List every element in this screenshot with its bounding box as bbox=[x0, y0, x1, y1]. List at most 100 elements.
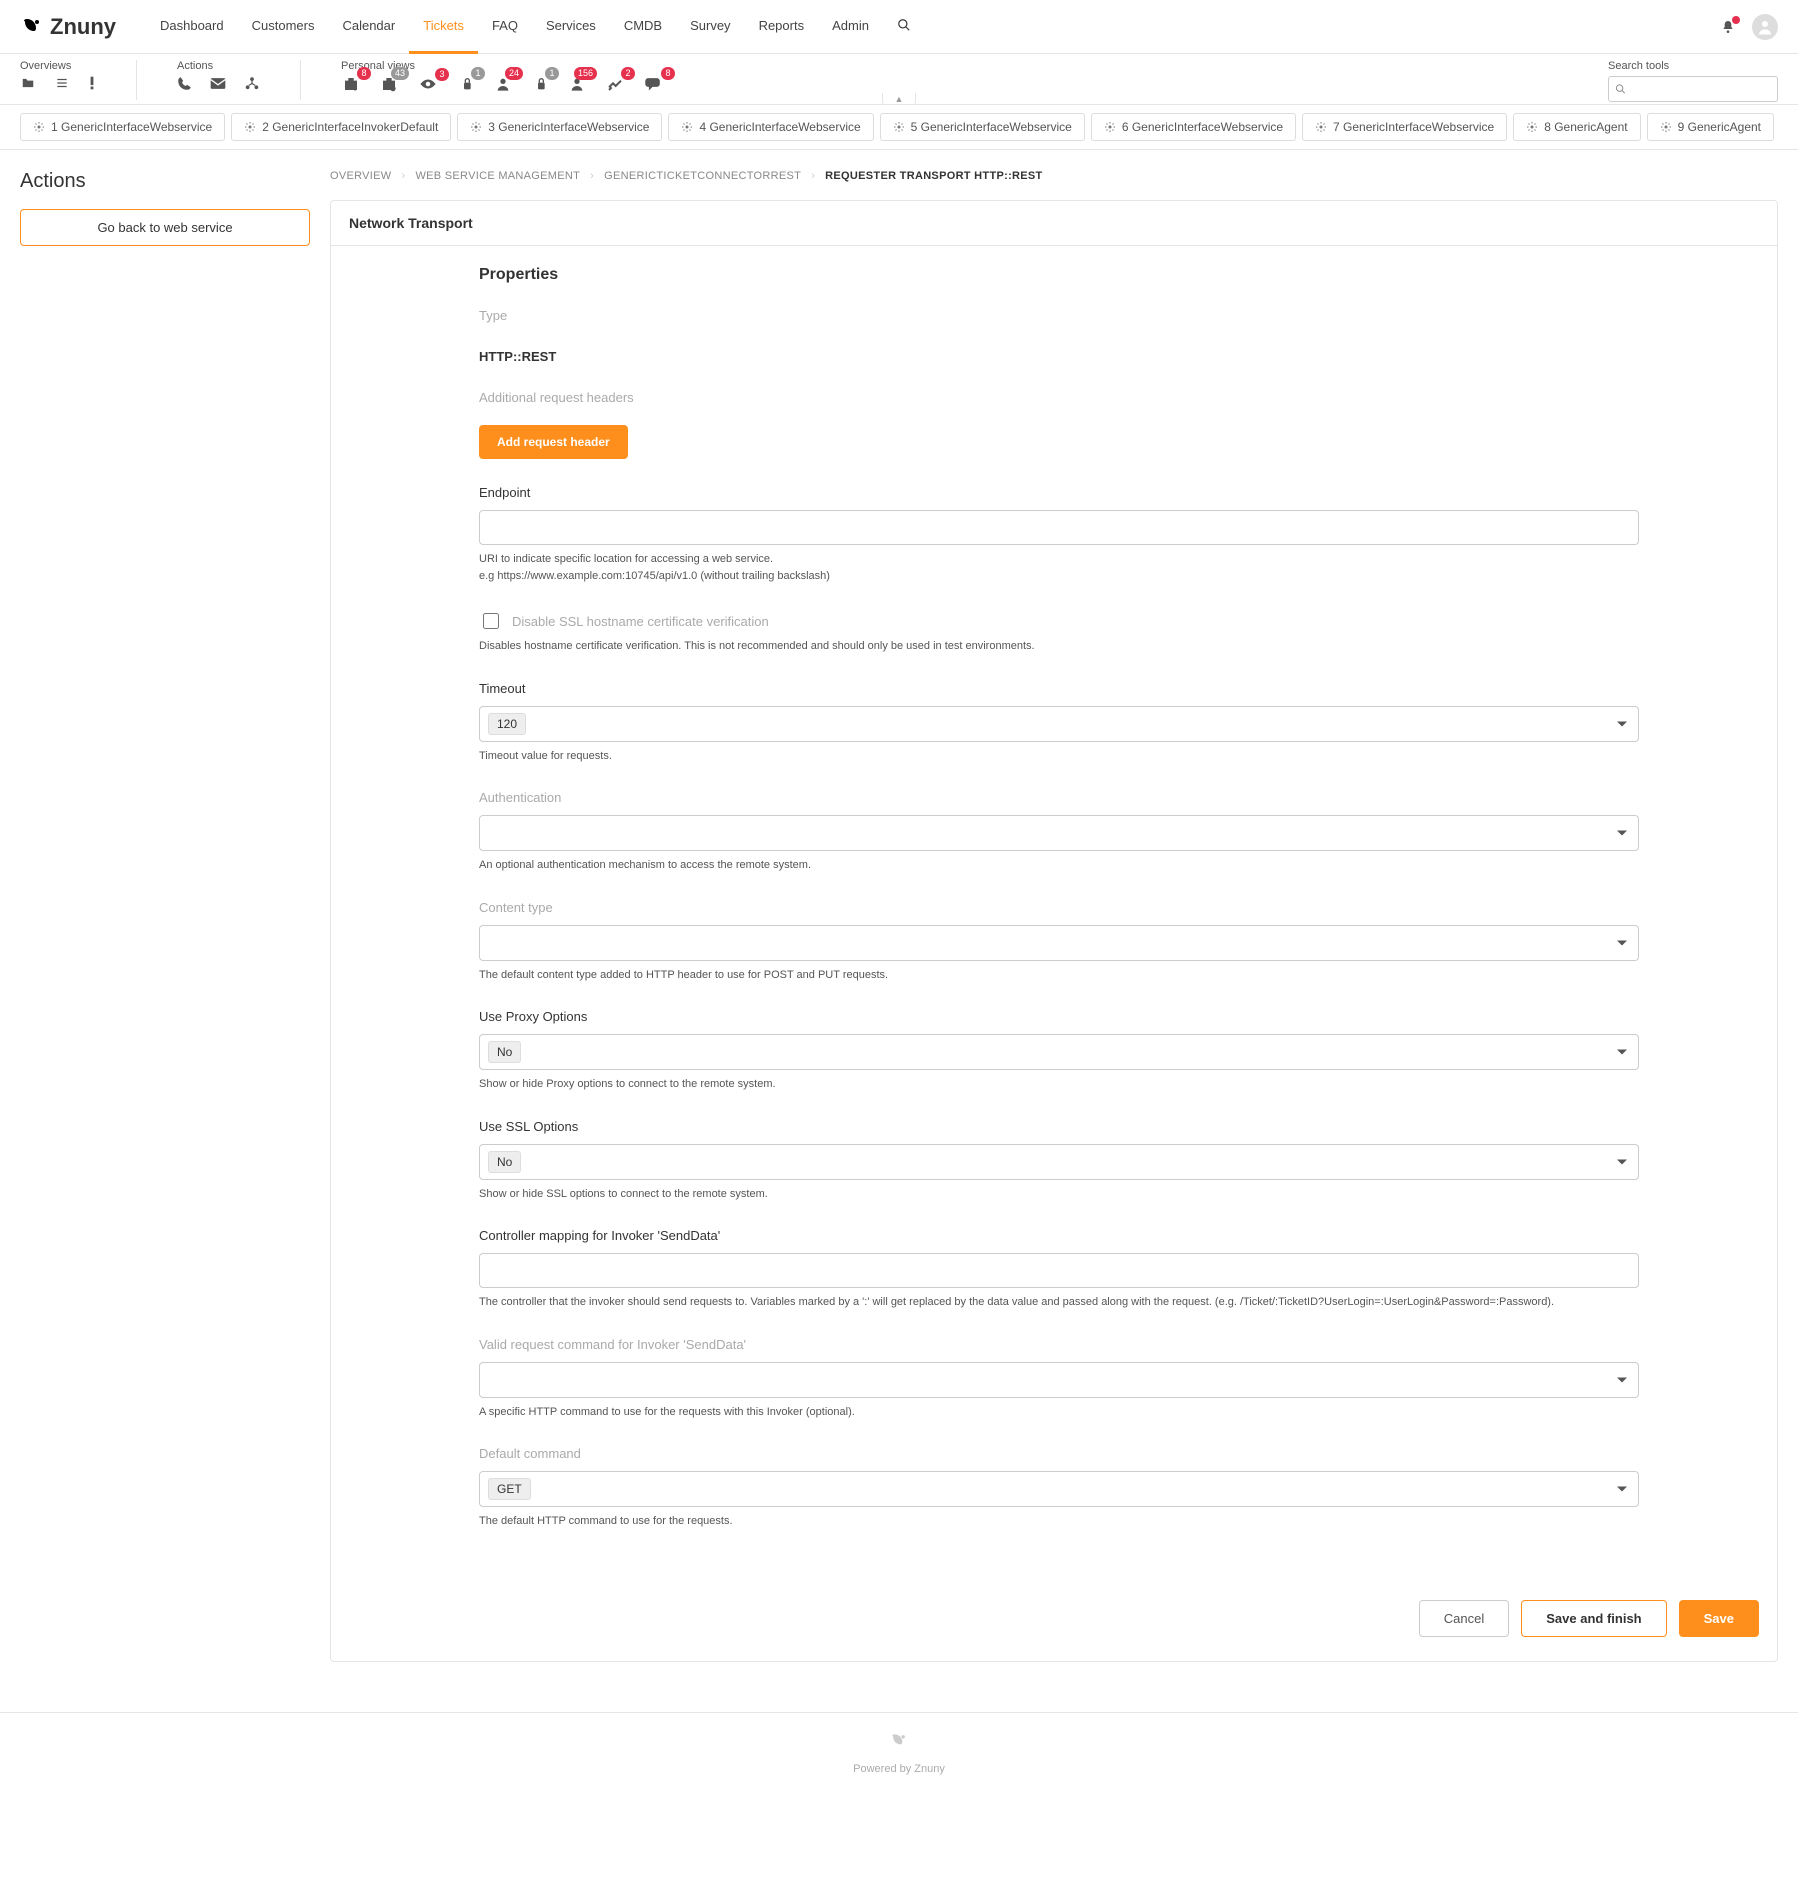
default-cmd-help: The default HTTP command to use for the … bbox=[479, 1513, 1639, 1530]
tab-label: 5 GenericInterfaceWebservice bbox=[911, 120, 1072, 134]
open-tab[interactable]: 7 GenericInterfaceWebservice bbox=[1302, 113, 1507, 141]
properties-heading: Properties bbox=[479, 266, 1639, 284]
nav-survey[interactable]: Survey bbox=[676, 0, 744, 54]
personal-view-item[interactable]: 8 bbox=[643, 76, 665, 92]
disable-ssl-label: Disable SSL hostname certificate verific… bbox=[512, 614, 769, 629]
search-field[interactable] bbox=[1626, 81, 1771, 97]
default-cmd-label: Default command bbox=[479, 1446, 1639, 1461]
proxy-value: No bbox=[488, 1041, 521, 1063]
default-cmd-value: GET bbox=[488, 1478, 531, 1500]
nav-customers[interactable]: Customers bbox=[238, 0, 329, 54]
logo[interactable]: Znuny bbox=[20, 14, 116, 40]
open-tab[interactable]: 6 GenericInterfaceWebservice bbox=[1091, 113, 1296, 141]
badge: 1 bbox=[471, 67, 485, 80]
default-cmd-select[interactable]: GET bbox=[479, 1471, 1639, 1507]
disable-ssl-input[interactable] bbox=[483, 613, 499, 629]
endpoint-input[interactable] bbox=[479, 510, 1639, 545]
phone-icon[interactable] bbox=[177, 76, 192, 91]
sidebar: Actions Go back to web service bbox=[20, 170, 310, 246]
open-tab[interactable]: 2 GenericInterfaceInvokerDefault bbox=[231, 113, 451, 141]
subgroup-overviews: Overviews bbox=[20, 60, 96, 96]
nav-services[interactable]: Services bbox=[532, 0, 610, 54]
proxy-select[interactable]: No bbox=[479, 1034, 1639, 1070]
personal-view-item[interactable]: 156 bbox=[567, 76, 587, 92]
disable-ssl-checkbox[interactable]: Disable SSL hostname certificate verific… bbox=[479, 610, 1639, 632]
subgroup-personal-views: Personal views 8 43 3 1 24 1 156 2 8 bbox=[341, 60, 665, 98]
exclamation-icon[interactable] bbox=[88, 76, 96, 90]
mail-icon[interactable] bbox=[210, 77, 226, 90]
personal-views-label: Personal views bbox=[341, 60, 665, 72]
personal-view-item[interactable]: 2 bbox=[605, 76, 625, 92]
collapse-toggle[interactable]: ▲ bbox=[882, 93, 916, 105]
list-icon[interactable] bbox=[54, 76, 70, 90]
tab-label: 8 GenericAgent bbox=[1544, 120, 1627, 134]
add-request-header-button[interactable]: Add request header bbox=[479, 425, 628, 459]
nav-tickets[interactable]: Tickets bbox=[409, 0, 478, 54]
badge: 8 bbox=[661, 67, 675, 80]
tab-label: 6 GenericInterfaceWebservice bbox=[1122, 120, 1283, 134]
timeout-label: Timeout bbox=[479, 681, 1639, 696]
open-tab[interactable]: 8 GenericAgent bbox=[1513, 113, 1640, 141]
open-tab[interactable]: 4 GenericInterfaceWebservice bbox=[668, 113, 873, 141]
subbar: Overviews Actions Personal views 8433124… bbox=[0, 54, 1798, 105]
timeout-select[interactable]: 120 bbox=[479, 706, 1639, 742]
endpoint-help2: e.g https://www.example.com:10745/api/v1… bbox=[479, 568, 1639, 585]
nav-calendar[interactable]: Calendar bbox=[328, 0, 409, 54]
sslo-value: No bbox=[488, 1151, 521, 1173]
gear-icon bbox=[33, 121, 45, 133]
save-finish-button[interactable]: Save and finish bbox=[1521, 1600, 1666, 1637]
caret-down-icon bbox=[1617, 831, 1627, 836]
process-icon[interactable] bbox=[244, 76, 260, 91]
tab-label: 9 GenericAgent bbox=[1678, 120, 1761, 134]
wrench-icon bbox=[607, 76, 623, 92]
type-value: HTTP::REST bbox=[479, 349, 1639, 364]
panel-title: Network Transport bbox=[331, 201, 1777, 246]
topbar: Znuny Dashboard Customers Calendar Ticke… bbox=[0, 0, 1798, 54]
gear-icon bbox=[1526, 121, 1538, 133]
cancel-button[interactable]: Cancel bbox=[1419, 1600, 1509, 1637]
search-tools-input[interactable] bbox=[1608, 76, 1778, 102]
content-type-select[interactable] bbox=[479, 925, 1639, 961]
personal-view-item[interactable]: 24 bbox=[493, 76, 513, 92]
sslo-select[interactable]: No bbox=[479, 1144, 1639, 1180]
open-tab[interactable]: 9 GenericAgent bbox=[1647, 113, 1774, 141]
personal-view-item[interactable]: 3 bbox=[417, 77, 439, 91]
chevron-right-icon: › bbox=[402, 170, 406, 182]
open-tab[interactable]: 1 GenericInterfaceWebservice bbox=[20, 113, 225, 141]
nav-dashboard[interactable]: Dashboard bbox=[146, 0, 238, 54]
crumb-connector[interactable]: GENERICTICKETCONNECTORREST bbox=[604, 170, 801, 182]
endpoint-label: Endpoint bbox=[479, 485, 1639, 500]
lock-icon bbox=[533, 76, 547, 92]
auth-select[interactable] bbox=[479, 815, 1639, 851]
auth-help: An optional authentication mechanism to … bbox=[479, 857, 1639, 874]
folder-icon[interactable] bbox=[20, 76, 36, 90]
crumb-overview[interactable]: OVERVIEW bbox=[330, 170, 392, 182]
footer-text: Powered by Znuny bbox=[0, 1763, 1798, 1775]
gear-icon bbox=[1104, 121, 1116, 133]
nav-cmdb[interactable]: CMDB bbox=[610, 0, 676, 54]
go-back-button[interactable]: Go back to web service bbox=[20, 209, 310, 246]
personal-view-item[interactable]: 43 bbox=[379, 76, 399, 92]
gear-icon bbox=[1660, 121, 1672, 133]
controller-input[interactable] bbox=[479, 1253, 1639, 1288]
chat-icon bbox=[645, 76, 663, 92]
nav-search[interactable] bbox=[883, 0, 925, 54]
personal-view-item[interactable]: 1 bbox=[531, 76, 549, 92]
personal-view-item[interactable]: 8 bbox=[341, 76, 361, 92]
eye-icon bbox=[419, 77, 437, 91]
caret-down-icon bbox=[1617, 1377, 1627, 1382]
vrc-select[interactable] bbox=[479, 1362, 1639, 1398]
user-avatar[interactable] bbox=[1752, 14, 1778, 40]
notifications-button[interactable] bbox=[1720, 19, 1736, 35]
personal-view-item[interactable]: 1 bbox=[457, 76, 475, 92]
open-tab[interactable]: 5 GenericInterfaceWebservice bbox=[880, 113, 1085, 141]
crumb-wsm[interactable]: WEB SERVICE MANAGEMENT bbox=[415, 170, 580, 182]
nav-admin[interactable]: Admin bbox=[818, 0, 883, 54]
proxy-help: Show or hide Proxy options to connect to… bbox=[479, 1076, 1639, 1093]
save-button[interactable]: Save bbox=[1679, 1600, 1759, 1637]
nav-reports[interactable]: Reports bbox=[745, 0, 819, 54]
type-label: Type bbox=[479, 308, 1639, 323]
open-tab[interactable]: 3 GenericInterfaceWebservice bbox=[457, 113, 662, 141]
nav-faq[interactable]: FAQ bbox=[478, 0, 532, 54]
sslo-help: Show or hide SSL options to connect to t… bbox=[479, 1186, 1639, 1203]
